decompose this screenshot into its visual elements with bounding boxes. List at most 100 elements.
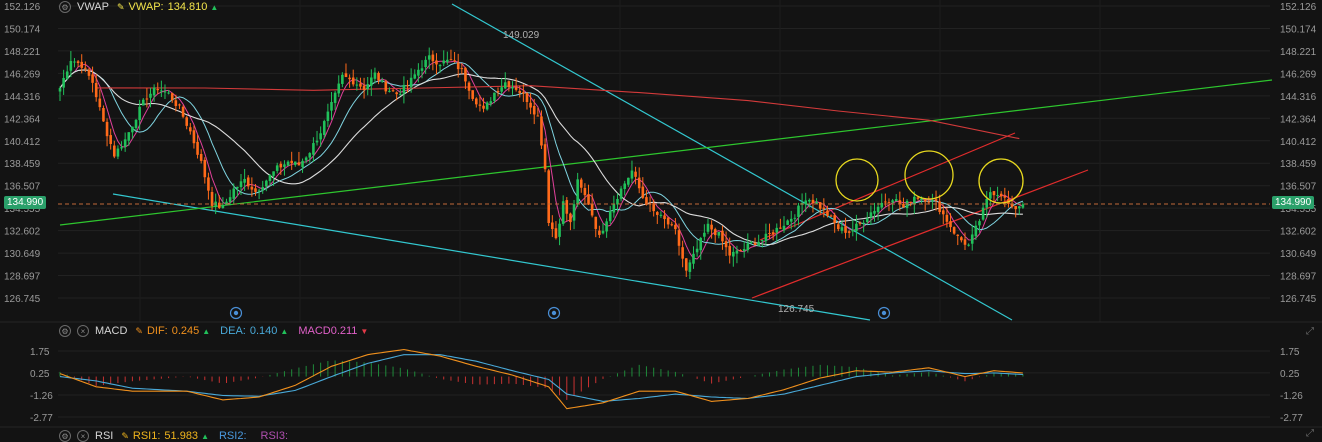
candle bbox=[891, 200, 894, 203]
candle bbox=[811, 199, 815, 204]
candle bbox=[395, 92, 398, 95]
rsi-name[interactable]: RSI bbox=[95, 430, 113, 442]
dea-label: DEA: bbox=[220, 325, 246, 337]
candle bbox=[113, 145, 116, 157]
right-tick-label: 142.364 bbox=[1280, 114, 1317, 125]
candle bbox=[992, 191, 996, 196]
low-label: 126.745 bbox=[778, 304, 815, 315]
candle bbox=[178, 104, 181, 106]
right-tick-label: 126.745 bbox=[1280, 294, 1317, 305]
candle bbox=[62, 77, 65, 88]
candle bbox=[518, 90, 522, 94]
rsi2-label: RSI2: bbox=[218, 430, 247, 442]
left-tick-label: 128.697 bbox=[4, 272, 41, 283]
left-tick-label: 136.507 bbox=[4, 182, 41, 193]
indicator-name[interactable]: VWAP bbox=[77, 1, 109, 13]
candle bbox=[286, 161, 290, 166]
candle bbox=[739, 250, 742, 252]
candle bbox=[724, 241, 728, 248]
candle bbox=[909, 201, 912, 203]
candle bbox=[967, 244, 970, 246]
candle bbox=[981, 207, 985, 220]
candle bbox=[532, 105, 536, 115]
candle bbox=[695, 248, 699, 253]
macd-name[interactable]: MACD bbox=[95, 325, 127, 337]
candle bbox=[228, 197, 232, 202]
left-tick-label: 152.126 bbox=[4, 2, 41, 13]
pin-icon: ✎ bbox=[121, 430, 129, 441]
candle bbox=[561, 201, 565, 224]
macd-header: ⚙ × MACD ✎ DIF: 0.245 ▲ DEA: 0.140 ▲ MAC… bbox=[59, 325, 378, 337]
candle bbox=[938, 201, 941, 213]
candle bbox=[699, 237, 703, 251]
candle bbox=[464, 67, 467, 82]
candle bbox=[927, 201, 931, 203]
candle bbox=[844, 226, 847, 233]
candle bbox=[268, 174, 272, 182]
candle bbox=[681, 247, 684, 259]
candle bbox=[485, 102, 489, 110]
candle bbox=[789, 218, 793, 222]
candle bbox=[666, 217, 670, 225]
candle bbox=[283, 164, 286, 167]
macd-left-tick: 1.75 bbox=[30, 347, 50, 358]
macd-right-tick: -1.26 bbox=[1280, 391, 1303, 402]
candle bbox=[84, 67, 87, 69]
candle bbox=[717, 231, 721, 236]
candle bbox=[742, 249, 746, 252]
rsi3-label: RSI3: bbox=[260, 430, 289, 442]
candle bbox=[786, 220, 789, 225]
expand-icon[interactable]: ⤢ bbox=[1306, 326, 1314, 337]
close-icon[interactable]: × bbox=[77, 430, 89, 442]
down-arrow-icon: ▼ bbox=[360, 326, 369, 336]
candle bbox=[884, 201, 887, 203]
settings-icon[interactable]: ⚙ bbox=[59, 325, 71, 337]
left-tick-label: 144.316 bbox=[4, 92, 41, 103]
candle bbox=[246, 177, 250, 187]
candle bbox=[377, 72, 380, 81]
candle bbox=[590, 203, 594, 216]
candle bbox=[782, 225, 786, 231]
candle bbox=[949, 221, 952, 228]
candle bbox=[475, 98, 478, 105]
candle bbox=[73, 61, 76, 63]
settings-icon[interactable]: ⚙ bbox=[59, 1, 71, 13]
right-tick-label: 132.602 bbox=[1280, 227, 1317, 238]
settings-icon[interactable]: ⚙ bbox=[59, 430, 71, 442]
candle bbox=[156, 89, 160, 91]
up-arrow-icon: ▲ bbox=[201, 431, 209, 441]
candle bbox=[446, 59, 449, 63]
stock-chart[interactable]: 152.126 150.174 148.221 146.269 144.316 142.3… bbox=[0, 0, 1322, 441]
candle bbox=[637, 177, 641, 189]
candle bbox=[728, 245, 731, 256]
candle bbox=[279, 163, 283, 168]
candle bbox=[978, 221, 981, 226]
candle bbox=[322, 121, 326, 135]
candle bbox=[116, 148, 120, 157]
candle bbox=[551, 222, 554, 230]
candle bbox=[999, 193, 1003, 197]
right-tick-label: 144.316 bbox=[1280, 92, 1317, 103]
candle bbox=[775, 227, 779, 233]
right-tick-label: 140.412 bbox=[1280, 137, 1317, 148]
candle bbox=[543, 144, 547, 170]
dea-value: 0.140 bbox=[249, 325, 278, 337]
expand-icon[interactable]: ⤢ bbox=[1306, 428, 1314, 439]
candle bbox=[348, 77, 351, 80]
candle bbox=[69, 60, 73, 71]
candle bbox=[721, 230, 724, 242]
candle bbox=[109, 135, 112, 144]
close-icon[interactable]: × bbox=[77, 325, 89, 337]
candle bbox=[623, 183, 627, 189]
candle bbox=[913, 196, 916, 204]
right-tick-label: 152.126 bbox=[1280, 2, 1317, 13]
candle bbox=[243, 178, 246, 183]
rsi-header: ⚙ × RSI ✎ RSI1: 51.983 ▲ RSI2: RSI3: bbox=[59, 430, 288, 442]
candle bbox=[583, 188, 587, 196]
candle bbox=[511, 87, 514, 89]
candle bbox=[275, 165, 279, 171]
candle bbox=[449, 59, 453, 61]
candle bbox=[608, 210, 612, 222]
left-tick-label: 130.649 bbox=[4, 249, 41, 260]
candle bbox=[431, 54, 435, 62]
